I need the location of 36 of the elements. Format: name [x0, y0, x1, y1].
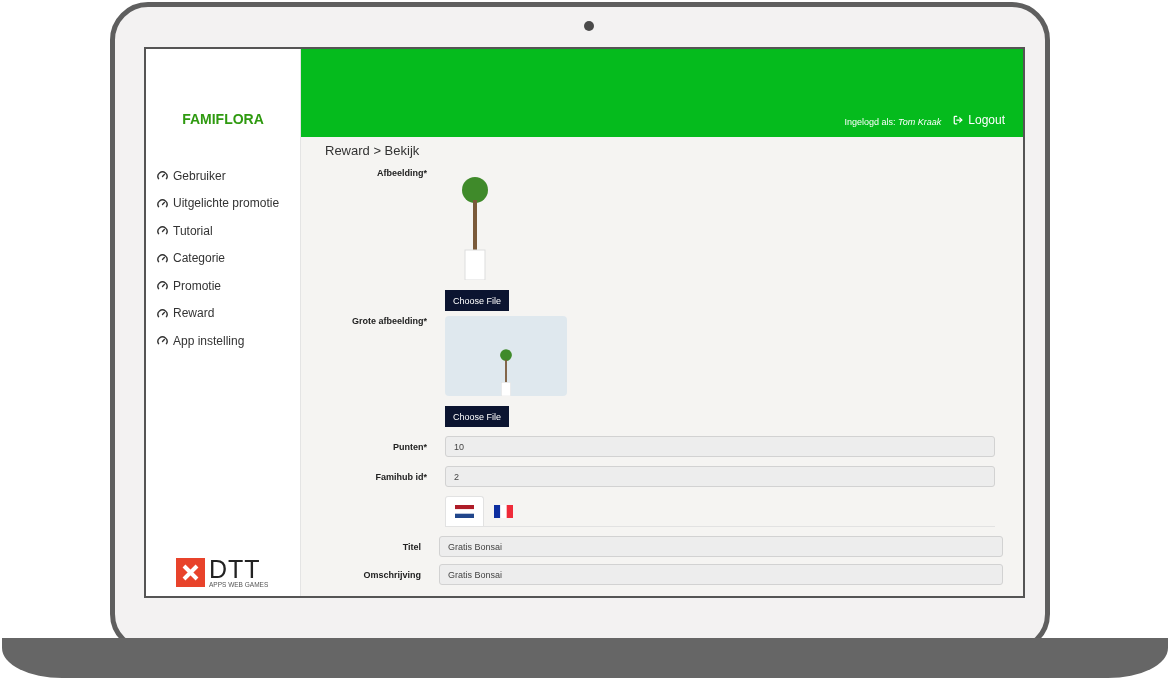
logo-icon	[176, 558, 205, 587]
breadcrumb: Reward > Bekijk	[325, 143, 421, 158]
language-tab[interactable]	[445, 496, 484, 526]
input-field[interactable]: 10	[445, 436, 995, 457]
gauge-icon	[157, 252, 168, 264]
gauge-icon	[157, 197, 168, 209]
logged-in-text: Ingelogd als: Tom Kraak	[844, 117, 942, 127]
logo-name: DTT	[209, 557, 261, 581]
gauge-icon	[157, 335, 168, 347]
camera-dot	[584, 21, 594, 31]
field-label: Titel	[401, 541, 422, 552]
logout-icon	[953, 115, 964, 125]
gauge-icon	[157, 280, 168, 292]
sidebar-item[interactable]: Gebruiker	[157, 162, 300, 190]
input-field[interactable]: Gratis Bonsai	[439, 564, 1003, 585]
choose-file-button[interactable]: Choose File	[445, 406, 510, 427]
gauge-icon	[157, 170, 168, 182]
input-field[interactable]: Gratis Bonsai	[439, 536, 1003, 557]
field-label: Punten*	[392, 441, 428, 452]
field-label: Grote afbeelding*	[351, 316, 428, 326]
dutch-flag-icon	[455, 505, 474, 518]
sidebar-item[interactable]: Promotie	[157, 272, 300, 300]
sidebar-item[interactable]: Categorie	[157, 244, 300, 272]
field-label: Afbeelding*	[376, 168, 428, 178]
sidebar-item[interactable]: Reward	[157, 299, 300, 327]
field-label: Omschrijving	[362, 569, 422, 580]
french-flag-icon	[494, 505, 513, 518]
field-label: Famihub id*	[374, 471, 428, 482]
gauge-icon	[157, 307, 168, 319]
input-field[interactable]: 2	[445, 466, 995, 487]
gauge-icon	[157, 225, 168, 237]
brand-title: FAMIFLORA	[181, 111, 265, 127]
sidebar-item[interactable]: Tutorial	[157, 217, 300, 245]
sidebar-item[interactable]: App instelling	[157, 327, 300, 355]
choose-file-button[interactable]: Choose File	[445, 290, 510, 311]
sidebar-item[interactable]: Uitgelichte promotie	[157, 189, 300, 217]
